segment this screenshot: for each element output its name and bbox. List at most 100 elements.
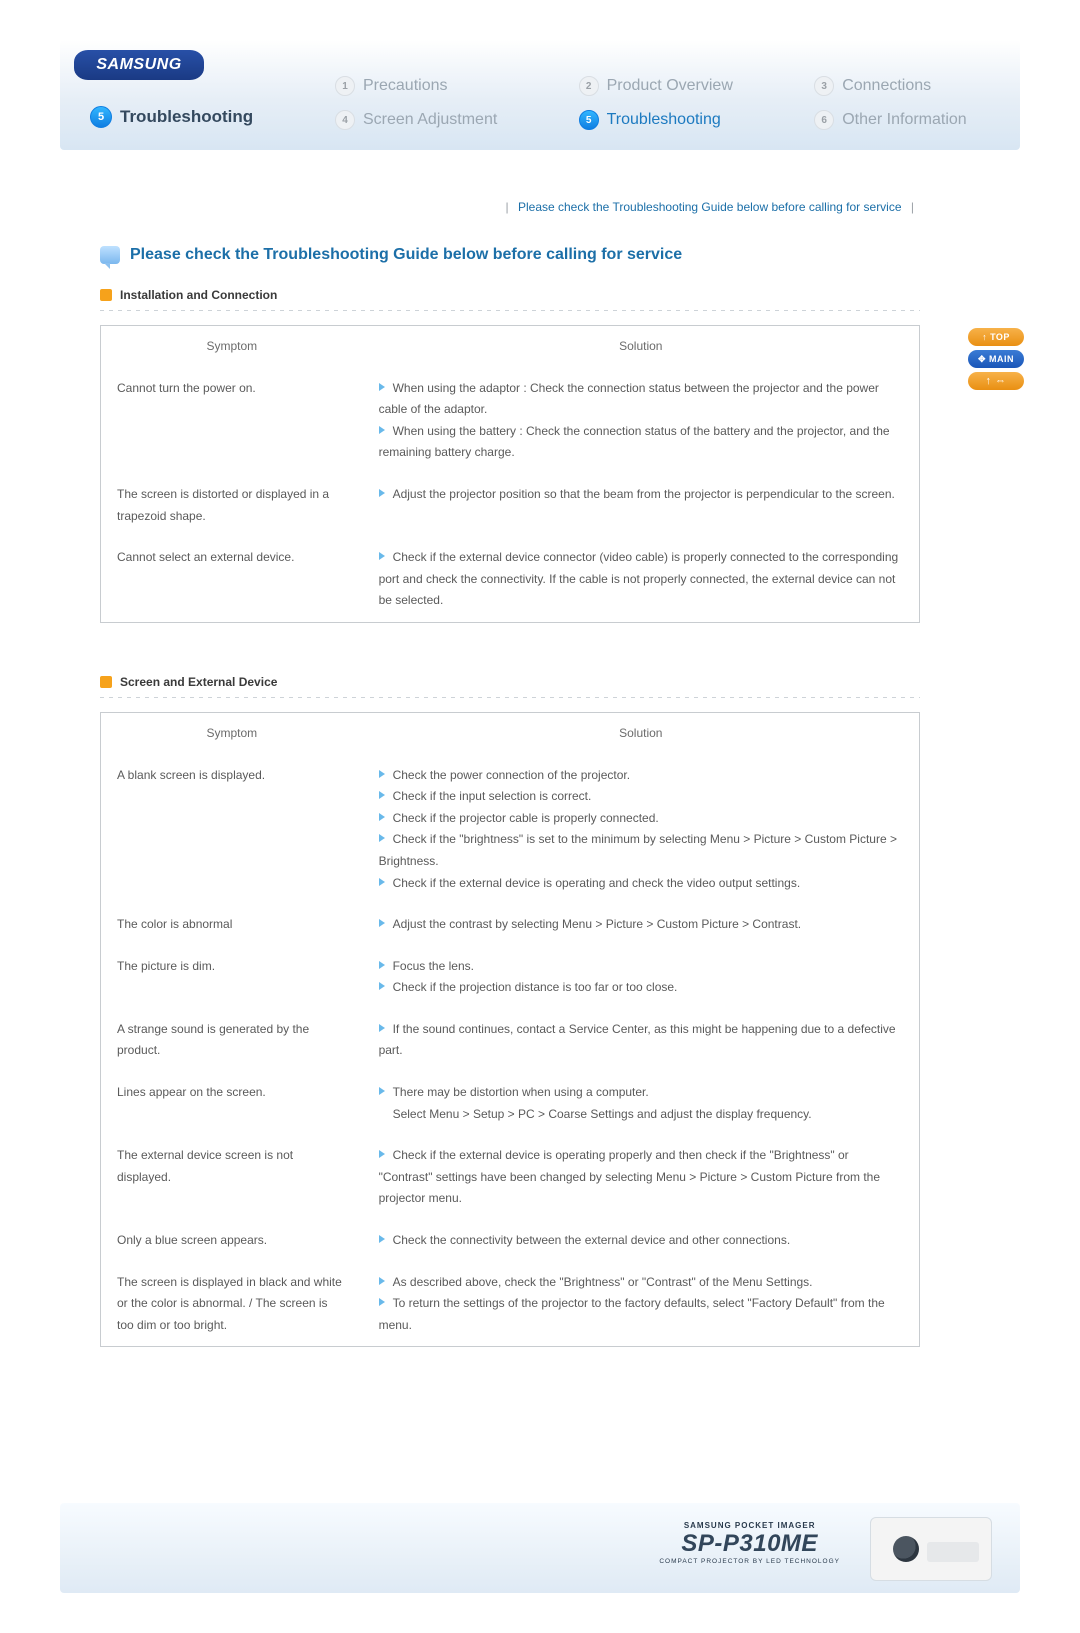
model-top-text: SAMSUNG POCKET IMAGER	[659, 1521, 840, 1530]
col-header-solution: Solution	[363, 712, 920, 754]
breadcrumb-label: Troubleshooting	[120, 107, 253, 127]
symptom-cell: Cannot select an external device.	[101, 537, 363, 622]
solution-line: Check if the projector cable is properly…	[379, 808, 903, 830]
solution-line: Check if the external device is operatin…	[379, 1145, 903, 1210]
model-box: SAMSUNG POCKET IMAGER SP-P310ME COMPACT …	[659, 1521, 840, 1565]
symptom-cell: A blank screen is displayed.	[101, 755, 363, 905]
top-anchor-link[interactable]: Please check the Troubleshooting Guide b…	[518, 200, 902, 214]
col-header-symptom: Symptom	[101, 712, 363, 754]
nav-number-icon: 3	[814, 76, 834, 96]
solution-cell: Check if the external device is operatin…	[363, 1135, 920, 1220]
solution-cell: Check if the external device connector (…	[363, 537, 920, 622]
breadcrumb: 5 Troubleshooting	[90, 106, 253, 128]
troubleshooting-table: SymptomSolutionA blank screen is display…	[100, 712, 920, 1347]
solution-line: Check if the "brightness" is set to the …	[379, 829, 903, 872]
table-row: A strange sound is generated by the prod…	[101, 1009, 920, 1072]
header-nav: 1 Precautions 2 Product Overview 3 Connection…	[335, 76, 1010, 130]
symptom-cell: The screen is distorted or displayed in …	[101, 474, 363, 537]
solution-line: There may be distortion when using a com…	[379, 1082, 903, 1104]
solution-cell: Adjust the projector position so that th…	[363, 474, 920, 537]
nav-item-label: Product Overview	[607, 77, 733, 95]
nav-number-icon: 4	[335, 110, 355, 130]
nav-item-label: Screen Adjustment	[363, 111, 497, 129]
table-row: Only a blue screen appears. Check the con…	[101, 1220, 920, 1262]
nav-item-other-information[interactable]: 6Other Information	[814, 110, 1010, 130]
projector-image	[870, 1517, 992, 1581]
table-row: A blank screen is displayed. Check the po…	[101, 755, 920, 905]
nav-number-icon: 2	[579, 76, 599, 96]
symptom-cell: The external device screen is not displa…	[101, 1135, 363, 1220]
solution-cell: Adjust the contrast by selecting Menu > …	[363, 904, 920, 946]
table-row: The screen is distorted or displayed in …	[101, 474, 920, 537]
table-row: Cannot turn the power on. When using the …	[101, 368, 920, 474]
spacer	[100, 1347, 920, 1393]
col-header-symptom: Symptom	[101, 326, 363, 368]
divider: |	[905, 200, 920, 214]
nav-item-screen-adjustment[interactable]: 4 Screen Adjustment	[335, 110, 541, 130]
top-anchor-line: | Please check the Troubleshooting Guide…	[100, 200, 920, 214]
table-row: The screen is displayed in black and whi…	[101, 1262, 920, 1347]
solution-cell: As described above, check the "Brightnes…	[363, 1262, 920, 1347]
symptom-cell: Only a blue screen appears.	[101, 1220, 363, 1262]
subsection-heading: Screen and External Device	[100, 675, 920, 689]
nav-item-label: Precautions	[363, 77, 448, 95]
side-index-button[interactable]: ↑ ⇔	[968, 372, 1024, 390]
solution-line: Check the connectivity between the exter…	[379, 1230, 903, 1252]
solution-line: When using the battery : Check the conne…	[379, 421, 903, 464]
side-main-button[interactable]: ✥ MAIN	[968, 350, 1024, 368]
nav-item-label: Connections	[842, 77, 931, 95]
table-row: Lines appear on the screen. There may be …	[101, 1072, 920, 1135]
nav-item-label: Troubleshooting	[607, 111, 721, 129]
solution-cell: Focus the lens.Check if the projection d…	[363, 946, 920, 1009]
symptom-cell: A strange sound is generated by the prod…	[101, 1009, 363, 1072]
nav-item-product-overview[interactable]: 2 Product Overview	[579, 76, 777, 96]
solution-line: To return the settings of the projector …	[379, 1293, 903, 1336]
solution-line: When using the adaptor : Check the conne…	[379, 378, 903, 421]
divider	[100, 697, 920, 698]
nav-number-icon: 6	[814, 110, 834, 130]
solution-cell: When using the adaptor : Check the conne…	[363, 368, 920, 474]
solution-line: Focus the lens.	[379, 956, 903, 978]
solution-line: As described above, check the "Brightnes…	[379, 1272, 903, 1294]
table-row: The color is abnormal Adjust the contrast…	[101, 904, 920, 946]
nav-item-troubleshooting[interactable]: 5 Troubleshooting	[579, 110, 777, 130]
model-sub-text: COMPACT PROJECTOR BY LED TECHNOLOGY	[659, 1558, 840, 1565]
symptom-cell: Lines appear on the screen.	[101, 1072, 363, 1135]
side-top-button[interactable]: ↑ TOP	[968, 328, 1024, 346]
chat-icon	[100, 246, 120, 264]
nav-number-icon: 5	[579, 110, 599, 130]
nav-item-precautions[interactable]: 1 Precautions	[335, 76, 541, 96]
solution-subline: Select Menu > Setup > PC > Coarse Settin…	[379, 1104, 903, 1126]
solution-line: Adjust the projector position so that th…	[379, 484, 903, 506]
table-row: Cannot select an external device.Check i…	[101, 537, 920, 622]
breadcrumb-number-icon: 5	[90, 106, 112, 128]
solution-line: Check the power connection of the projec…	[379, 765, 903, 787]
divider: |	[500, 200, 515, 214]
solution-line: If the sound continues, contact a Servic…	[379, 1019, 903, 1062]
spacer	[100, 623, 920, 669]
header-band: SAMSUNG 5 Troubleshooting 1 Precautions 2P…	[60, 40, 1020, 150]
col-header-solution: Solution	[363, 326, 920, 368]
nav-item-connections[interactable]: 3 Connections	[814, 76, 1010, 96]
bullet-icon	[100, 676, 112, 688]
content: Please check the Troubleshooting Guide b…	[100, 246, 920, 1393]
symptom-cell: The color is abnormal	[101, 904, 363, 946]
bullet-icon	[100, 289, 112, 301]
solution-cell: Check the connectivity between the exter…	[363, 1220, 920, 1262]
symptom-cell: The screen is displayed in black and whi…	[101, 1262, 363, 1347]
solution-cell: Check the power connection of the projec…	[363, 755, 920, 905]
brand-logo: SAMSUNG	[74, 50, 204, 80]
footer-band: SAMSUNG POCKET IMAGER SP-P310ME COMPACT …	[60, 1503, 1020, 1593]
symptom-cell: Cannot turn the power on.	[101, 368, 363, 474]
solution-line: Check if the input selection is correct.	[379, 786, 903, 808]
table-row: The external device screen is not displa…	[101, 1135, 920, 1220]
section-title: Please check the Troubleshooting Guide b…	[100, 246, 920, 264]
subsection-heading: Installation and Connection	[100, 288, 920, 302]
solution-line: Adjust the contrast by selecting Menu > …	[379, 914, 903, 936]
section-title-text: Please check the Troubleshooting Guide b…	[130, 246, 682, 264]
symptom-cell: The picture is dim.	[101, 946, 363, 1009]
subsection-heading-text: Screen and External Device	[120, 675, 277, 689]
model-name: SP-P310ME	[659, 1530, 840, 1558]
solution-cell: If the sound continues, contact a Servic…	[363, 1009, 920, 1072]
nav-number-icon: 1	[335, 76, 355, 96]
